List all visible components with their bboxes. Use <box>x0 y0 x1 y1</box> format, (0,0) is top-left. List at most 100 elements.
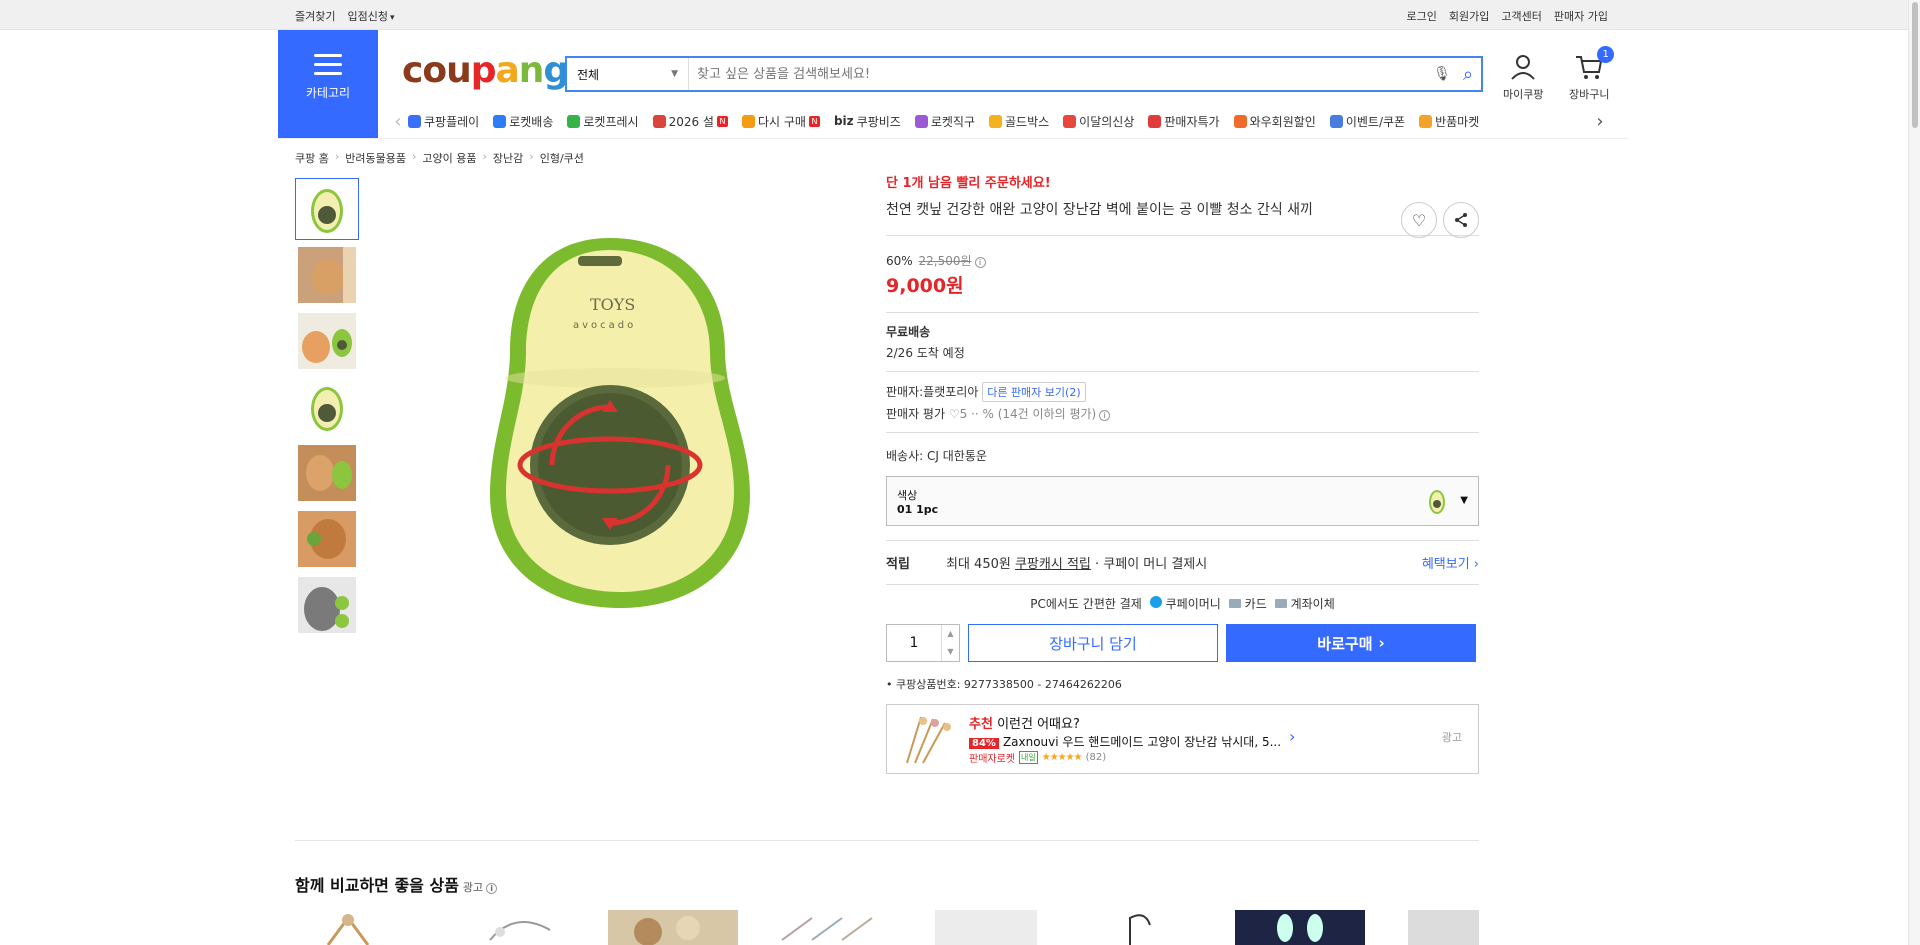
market-icon <box>1419 114 1433 128</box>
recommendation-thumbnail <box>906 716 951 764</box>
compare-product-1[interactable] <box>318 910 390 945</box>
login-link[interactable]: 로그인 <box>1407 8 1437 24</box>
nav-item-seller-deals[interactable]: 판매자특가 <box>1148 113 1220 130</box>
nav-item-rocket-direct[interactable]: 로켓직구 <box>914 113 975 130</box>
breadcrumb-cat[interactable]: 고양이 용품 <box>422 150 476 166</box>
customer-center-link[interactable]: 고객센터 <box>1501 8 1541 24</box>
chevron-right-icon[interactable]: › <box>1289 727 1295 746</box>
thumbnail-6[interactable] <box>295 508 359 570</box>
section-divider <box>295 840 1479 841</box>
product-title: 천연 캣닢 건강한 애완 고양이 장난감 벽에 붙이는 공 이빨 청소 간식 새… <box>886 202 1313 218</box>
nav-item-2026-seol[interactable]: 2026 설N <box>652 113 728 130</box>
chevron-right-icon: › <box>1378 634 1385 652</box>
product-info-panel: 단 1개 남음 빨리 주문하세요! 천연 캣닢 건강한 애완 고양이 장난감 벽… <box>886 172 1479 774</box>
option-value: 01 1pc <box>897 503 939 516</box>
wow-icon <box>1233 114 1247 128</box>
nav-next-arrow-icon[interactable]: › <box>1590 111 1610 132</box>
divider <box>886 584 1479 585</box>
thumbnail-5[interactable] <box>295 442 359 504</box>
nav-item-coupang-play[interactable]: 쿠팡플레이 <box>408 113 479 130</box>
nav-item-rebuy[interactable]: 다시 구매 N <box>741 113 820 130</box>
divider <box>886 312 1479 313</box>
recommend-discount-badge: 84% <box>969 738 999 749</box>
sale-price: 9,000원 <box>886 275 964 297</box>
quantity-down-icon[interactable]: ▼ <box>942 643 959 661</box>
nav-prev-arrow-icon[interactable]: ‹ <box>388 111 408 132</box>
coupang-cash-link[interactable]: 쿠팡캐시 적립 <box>1015 557 1091 572</box>
recommendation-box[interactable]: 추천 이런건 어때요? 84% Zaxnouvi 우드 핸드메이드 고양이 장난감… <box>886 704 1479 774</box>
seller-rating-label: 판매자 평가 <box>886 407 946 421</box>
chevron-right-icon: › <box>412 150 417 163</box>
breadcrumb-home[interactable]: 쿠팡 홈 <box>295 150 329 166</box>
compare-product-2[interactable] <box>470 910 560 945</box>
nav-item-coupang-biz[interactable]: biz 쿠팡비즈 <box>834 113 901 130</box>
quantity-stepper[interactable]: 1 ▲ ▼ <box>886 624 960 662</box>
compare-product-4[interactable] <box>772 910 892 945</box>
bookmark-link[interactable]: 즐겨찾기 <box>295 8 335 24</box>
compare-product-7[interactable] <box>1235 910 1365 945</box>
nav-item-wow-discount[interactable]: 와우회원할인 <box>1233 113 1316 130</box>
breadcrumb-plush[interactable]: 인형/쿠션 <box>540 150 584 166</box>
new-badge: N <box>808 115 820 127</box>
thumbnail-2[interactable] <box>295 244 359 306</box>
info-icon[interactable]: i <box>974 257 986 268</box>
thumbnail-1[interactable] <box>295 178 359 240</box>
store-apply-link[interactable]: 입점신청 ▾ <box>347 8 394 24</box>
breadcrumb-toys[interactable]: 장난감 <box>493 150 523 166</box>
chevron-down-icon: ▼ <box>671 69 678 79</box>
nav-item-rocket-delivery[interactable]: 로켓배송 <box>493 113 553 130</box>
nav-item-new-arrivals[interactable]: 이달의신상 <box>1063 113 1134 130</box>
scrollbar-thumb[interactable] <box>1912 2 1918 128</box>
microphone-icon[interactable]: 🎙 <box>1429 66 1455 82</box>
seller-signup-link[interactable]: 판매자 가입 <box>1554 8 1608 24</box>
search-category-select[interactable]: 전체 ▼ <box>567 58 689 90</box>
main-product-image[interactable]: TOYS avocado <box>470 220 770 620</box>
category-button[interactable]: 카테고리 <box>278 30 378 138</box>
coupang-logo[interactable]: coupang <box>402 50 569 91</box>
info-icon[interactable]: i <box>486 883 498 894</box>
compare-section-title: 함께 비교하면 좋을 상품 광고 i <box>295 872 498 896</box>
buy-now-button[interactable]: 바로구매 › <box>1226 624 1476 662</box>
biz-icon: biz <box>833 114 854 128</box>
other-sellers-button[interactable]: 다른 판매자 보기(2) <box>982 382 1086 402</box>
nav-item-rocket-fresh[interactable]: 로켓프레시 <box>567 113 639 130</box>
compare-product-6[interactable] <box>1120 910 1190 945</box>
heart-icon[interactable]: ♡ <box>1401 202 1437 238</box>
add-to-cart-button[interactable]: 장바구니 담기 <box>968 624 1218 662</box>
original-price: 22,500원 <box>918 254 972 268</box>
seller-name[interactable]: 플랫포리아 <box>923 385 978 399</box>
benefits-link[interactable]: 혜택보기 › <box>1422 553 1479 572</box>
stock-alert: 단 1개 남음 빨리 주문하세요! <box>886 176 1051 191</box>
thumbnail-4[interactable] <box>295 376 359 438</box>
divider <box>886 371 1479 372</box>
cart-button[interactable]: 1 장바구니 <box>1569 46 1615 102</box>
cart-icon: 1 <box>1574 46 1615 82</box>
nav-item-event-coupon[interactable]: 이벤트/쿠폰 <box>1329 113 1405 130</box>
compare-product-8[interactable] <box>1408 910 1479 945</box>
recommend-title: Zaxnouvi 우드 핸드메이드 고양이 장난감 낚시대, 5... <box>1002 735 1282 749</box>
option-select[interactable]: 색상 01 1pc ▼ <box>886 476 1479 526</box>
signup-link[interactable]: 회원가입 <box>1449 8 1489 24</box>
nav-item-goldbox[interactable]: 골드박스 <box>989 113 1049 130</box>
quantity-value[interactable]: 1 <box>887 625 941 661</box>
search-icon[interactable]: ⌕ <box>1455 64 1481 85</box>
info-icon[interactable]: i <box>1099 410 1111 421</box>
thumbnail-3[interactable] <box>295 310 359 372</box>
category-label: 카테고리 <box>305 86 351 100</box>
breadcrumb-pet[interactable]: 반려동물용품 <box>345 150 406 166</box>
quantity-up-icon[interactable]: ▲ <box>942 625 959 643</box>
share-icon[interactable] <box>1443 202 1479 238</box>
caret-down-icon: ▾ <box>389 13 395 23</box>
reward-row: 적립 최대 450원 쿠팡캐시 적립 · 쿠페이 머니 결제시 혜택보기 › <box>886 553 1479 572</box>
nav-item-return-market[interactable]: 반품마켓 <box>1419 113 1479 130</box>
option-thumbnail <box>1429 490 1445 514</box>
my-coupang-button[interactable]: 마이쿠팡 <box>1503 52 1543 102</box>
thumbnail-7[interactable] <box>295 574 359 636</box>
search-input[interactable] <box>689 58 1429 90</box>
option-label: 색상 <box>897 489 918 502</box>
vertical-scrollbar[interactable] <box>1908 0 1920 945</box>
compare-product-5[interactable] <box>935 910 1037 945</box>
svg-text:TOYS: TOYS <box>590 295 635 314</box>
compare-product-3[interactable] <box>608 910 738 945</box>
play-icon <box>408 114 421 128</box>
